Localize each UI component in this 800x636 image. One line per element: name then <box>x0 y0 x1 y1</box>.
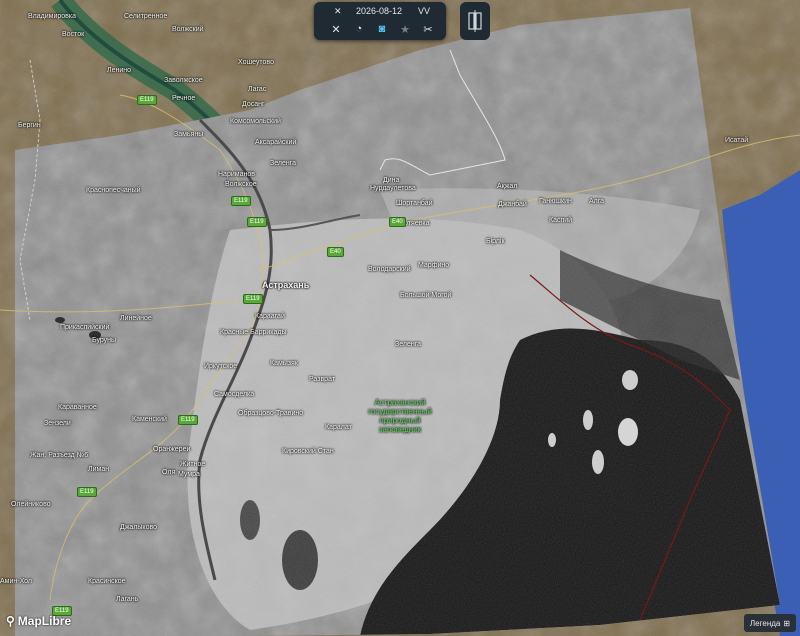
road-shield: E119 <box>231 196 251 206</box>
place-label: Красинское <box>88 578 126 585</box>
place-label: Владимировка <box>28 13 76 20</box>
legend-icon: ⊞ <box>783 618 791 628</box>
place-label: Прикаспийский <box>60 324 110 331</box>
split-view-icon[interactable] <box>460 2 490 40</box>
road-shield: E119 <box>243 294 263 304</box>
road-shield: E119 <box>178 415 198 425</box>
maplibre-pin-icon: ⚲ <box>6 614 15 628</box>
place-label: Оранжереи <box>153 446 191 453</box>
imagery-toolbar: ✕ 2026-08-12 VV ✕ ◔ ◙ ★ ✂ <box>314 2 446 40</box>
place-label: Иркутское <box>204 363 238 370</box>
city-label-astrakhan: Астрахань <box>262 280 310 290</box>
place-label: Разврат <box>309 376 336 383</box>
place-label: Каменский <box>132 416 167 423</box>
place-label: Красные Баррикады <box>220 329 287 336</box>
place-label: Камызяк <box>270 360 298 367</box>
place-label: Краснопесчаный <box>86 187 141 194</box>
date-label[interactable]: 2026-08-12 <box>356 6 402 16</box>
place-label: Марфино <box>418 262 450 269</box>
scissors-icon[interactable]: ✂ <box>419 20 437 38</box>
place-label: Каралат <box>325 424 352 431</box>
tools-icon[interactable]: ✕ <box>334 6 342 17</box>
place-label: Большой Могой <box>400 292 452 299</box>
place-label: Жан. Разъезд №6 <box>30 452 89 459</box>
place-label: Волжский <box>172 26 204 33</box>
place-label: Мумра <box>178 471 200 478</box>
road-shield: E40 <box>389 217 406 227</box>
crossed-tools-icon[interactable]: ✕ <box>327 20 345 38</box>
place-label: Ленино <box>107 67 132 74</box>
road-shield: E40 <box>327 247 344 257</box>
place-label: Аксарайский <box>255 139 297 146</box>
place-label: Володарский <box>368 266 411 273</box>
place-label: Буруны <box>92 337 117 344</box>
place-label: Джалыково <box>120 524 157 531</box>
star-icon[interactable]: ★ <box>396 20 414 38</box>
legend-label: Легенда <box>749 618 781 628</box>
place-label: Замьяны <box>174 131 204 138</box>
legend-button[interactable]: Легенда ⊞ <box>744 614 796 632</box>
place-label: Лагас <box>248 86 267 93</box>
reserve-label: Астраханский государственный природный з… <box>368 398 432 434</box>
place-label: Волжское <box>225 181 257 188</box>
place-label: Зеленга <box>395 341 422 348</box>
place-label: Досанг <box>242 101 265 108</box>
road-shield: E119 <box>77 487 97 497</box>
place-label: Бірлік <box>486 238 505 245</box>
place-label: Кировский Стан <box>282 448 334 455</box>
place-label: Нариманов <box>218 171 255 178</box>
place-label: Речное <box>172 95 196 102</box>
place-label: Хошеутово <box>238 59 274 66</box>
place-label: Селитренное <box>124 13 168 20</box>
place-label: Алга <box>589 198 605 205</box>
place-label: Линейное <box>120 315 152 322</box>
place-label: Дина <box>383 177 400 184</box>
place-label: Лиман <box>88 466 110 473</box>
place-label: Бергин <box>18 122 41 129</box>
place-label: Житное <box>180 461 206 468</box>
place-label: Самосделка <box>214 391 255 398</box>
camera-icon[interactable]: ◙ <box>373 20 391 38</box>
place-label: Восток <box>62 31 85 38</box>
place-label: Шортанбай <box>396 200 433 207</box>
polarization-label[interactable]: VV <box>418 6 430 16</box>
place-label: Лагань <box>116 596 139 603</box>
place-label: Ақжал <box>497 183 518 190</box>
place-label: Ганюшкин <box>539 198 572 205</box>
place-label: Олейниково <box>11 501 51 508</box>
place-label: Джанбай <box>498 201 527 208</box>
place-label: Каспий <box>549 217 573 224</box>
maplibre-text: MapLibre <box>17 614 72 628</box>
place-label: Зензели <box>44 420 71 427</box>
place-label: Оля <box>162 469 176 476</box>
maplibre-logo[interactable]: ⚲ MapLibre <box>6 614 71 628</box>
place-label: Образцово-Травино <box>238 410 304 417</box>
place-label: Караагай <box>255 313 285 320</box>
road-shield: E119 <box>247 217 267 227</box>
place-label: Исатай <box>725 137 749 144</box>
place-label: Заволжское <box>164 77 203 84</box>
place-label: Зеленга <box>270 160 297 167</box>
place-label: Караванное <box>58 404 97 411</box>
place-label: Нурдаулетова <box>370 185 416 192</box>
place-label: Амин-Хол <box>0 578 33 585</box>
road-shield: E119 <box>137 95 157 105</box>
pin-icon[interactable]: ◔ <box>350 20 368 38</box>
place-label: Комсомольский <box>230 118 281 125</box>
